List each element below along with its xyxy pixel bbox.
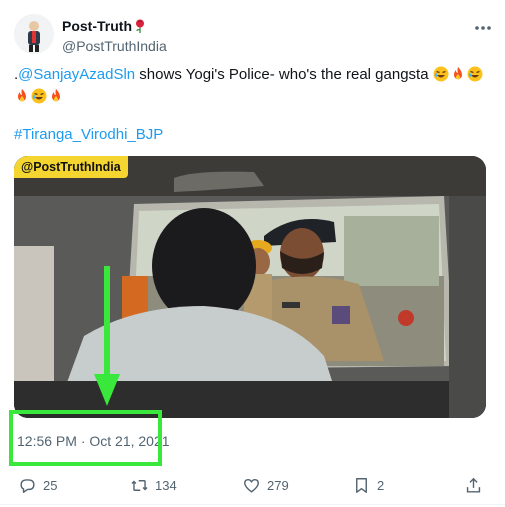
tweet-video[interactable]: @PostTruthIndia bbox=[14, 156, 486, 418]
rofl-emoji-icon bbox=[467, 66, 483, 82]
fire-emoji-icon bbox=[18, 89, 26, 102]
mention-link[interactable]: @SanjayAzadSln bbox=[18, 66, 135, 83]
share-button[interactable] bbox=[464, 474, 483, 496]
bookmark-icon bbox=[356, 477, 367, 493]
fire-emoji-icon bbox=[453, 67, 462, 80]
tweet-card: Post-Truth @PostTruthIndia .@SanjayAzadS… bbox=[0, 0, 505, 507]
like-count: 279 bbox=[267, 477, 289, 493]
author-avatar[interactable] bbox=[14, 14, 54, 54]
share-icon bbox=[466, 477, 481, 493]
rofl-emoji-icon bbox=[433, 66, 449, 82]
author-name[interactable]: Post-Truth bbox=[62, 17, 146, 35]
video-frame bbox=[14, 156, 486, 418]
reply-icon bbox=[20, 478, 35, 493]
reply-button[interactable]: 25 bbox=[18, 474, 57, 496]
tweet-text-body: shows Yogi's Police- who's the real gang… bbox=[135, 66, 433, 83]
hashtag-link[interactable]: #Tiranga_Virodhi_BJP bbox=[14, 126, 163, 143]
rose-icon bbox=[136, 19, 144, 33]
hashtag-line: #Tiranga_Virodhi_BJP bbox=[14, 124, 163, 146]
retweet-icon bbox=[131, 479, 148, 491]
action-bar: 25 134 279 2 bbox=[14, 474, 490, 498]
author-name-text: Post-Truth bbox=[62, 18, 132, 34]
fire-emoji-icon bbox=[52, 89, 60, 102]
media-watermark: @PostTruthIndia bbox=[14, 156, 128, 178]
rofl-emoji-icon bbox=[31, 88, 47, 104]
tweet-timestamp[interactable]: 12:56 PM · Oct 21, 2021 bbox=[17, 432, 170, 450]
retweet-count: 134 bbox=[155, 477, 177, 493]
heart-icon bbox=[244, 478, 259, 493]
reply-count: 25 bbox=[43, 477, 58, 493]
bookmark-button[interactable]: 2 bbox=[352, 474, 384, 496]
retweet-button[interactable]: 134 bbox=[130, 474, 177, 496]
like-button[interactable]: 279 bbox=[242, 474, 289, 496]
tweet-text: .@SanjayAzadSln shows Yogi's Police- who… bbox=[14, 64, 489, 108]
more-options-icon[interactable] bbox=[471, 18, 495, 38]
author-handle[interactable]: @PostTruthIndia bbox=[62, 37, 167, 55]
card-bottom-divider bbox=[0, 504, 505, 505]
bookmark-count: 2 bbox=[377, 477, 385, 493]
